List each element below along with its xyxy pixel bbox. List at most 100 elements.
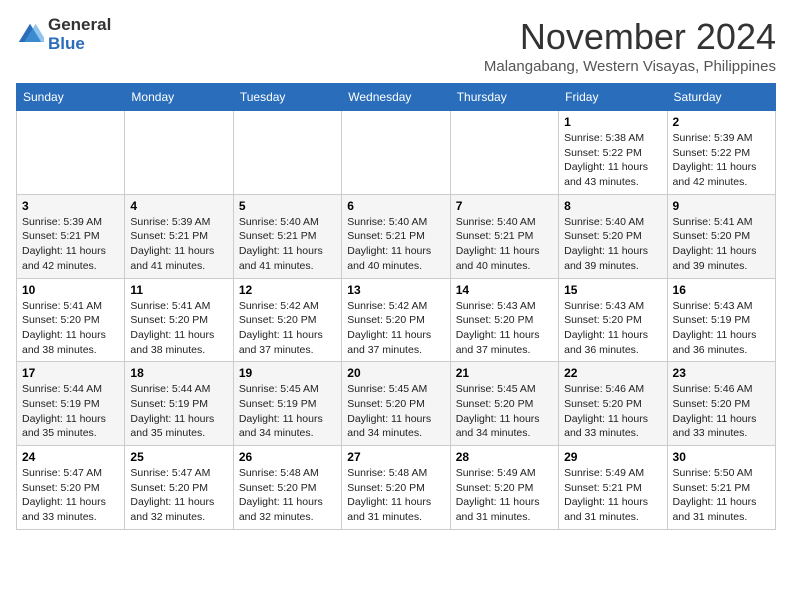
day-of-week-header: Monday xyxy=(125,84,233,111)
calendar-day-cell: 6Sunrise: 5:40 AM Sunset: 5:21 PM Daylig… xyxy=(342,194,450,278)
calendar-week-row: 1 Sunrise: 5:38 AM Sunset: 5:22 PM Daylig… xyxy=(17,111,776,195)
calendar-day-cell: 9 Sunrise: 5:41 AM Sunset: 5:20 PM Daylig… xyxy=(667,194,775,278)
day-info: Sunrise: 5:40 AM Sunset: 5:21 PM Dayligh… xyxy=(239,215,336,274)
calendar-day-cell: 12 Sunrise: 5:42 AM Sunset: 5:20 PM Dayli… xyxy=(233,278,341,362)
calendar-day-cell: 8 Sunrise: 5:40 AM Sunset: 5:20 PM Daylig… xyxy=(559,194,667,278)
day-info: Sunrise: 5:45 AM Sunset: 5:20 PM Dayligh… xyxy=(456,382,553,441)
calendar-day-cell xyxy=(233,111,341,195)
day-number: 19 xyxy=(239,366,336,380)
calendar-day-cell xyxy=(125,111,233,195)
day-info: Sunrise: 5:42 AM Sunset: 5:20 PM Dayligh… xyxy=(239,299,336,358)
calendar-day-cell: 28 Sunrise: 5:49 AM Sunset: 5:20 PM Dayli… xyxy=(450,446,558,530)
logo-general: General xyxy=(48,16,111,35)
calendar-day-cell: 20 Sunrise: 5:45 AM Sunset: 5:20 PM Dayli… xyxy=(342,362,450,446)
logo-icon xyxy=(16,21,44,49)
day-info: Sunrise: 5:49 AM Sunset: 5:20 PM Dayligh… xyxy=(456,466,553,525)
calendar-week-row: 3 Sunrise: 5:39 AM Sunset: 5:21 PM Daylig… xyxy=(17,194,776,278)
day-number: 26 xyxy=(239,450,336,464)
day-of-week-header: Sunday xyxy=(17,84,125,111)
day-number: 9 xyxy=(673,199,770,213)
day-info: Sunrise: 5:47 AM Sunset: 5:20 PM Dayligh… xyxy=(22,466,119,525)
calendar-day-cell: 5 Sunrise: 5:40 AM Sunset: 5:21 PM Daylig… xyxy=(233,194,341,278)
day-info: Sunrise: 5:50 AM Sunset: 5:21 PM Dayligh… xyxy=(673,466,770,525)
calendar-day-cell: 18 Sunrise: 5:44 AM Sunset: 5:19 PM Dayli… xyxy=(125,362,233,446)
calendar-day-cell: 22Sunrise: 5:46 AM Sunset: 5:20 PM Dayli… xyxy=(559,362,667,446)
calendar-day-cell: 11 Sunrise: 5:41 AM Sunset: 5:20 PM Dayli… xyxy=(125,278,233,362)
day-number: 16 xyxy=(673,283,770,297)
calendar-day-cell: 19Sunrise: 5:45 AM Sunset: 5:19 PM Dayli… xyxy=(233,362,341,446)
calendar-day-cell xyxy=(342,111,450,195)
day-number: 3 xyxy=(22,199,119,213)
day-number: 28 xyxy=(456,450,553,464)
calendar-day-cell: 25Sunrise: 5:47 AM Sunset: 5:20 PM Dayli… xyxy=(125,446,233,530)
calendar-week-row: 17 Sunrise: 5:44 AM Sunset: 5:19 PM Dayli… xyxy=(17,362,776,446)
day-of-week-header: Saturday xyxy=(667,84,775,111)
day-number: 7 xyxy=(456,199,553,213)
day-number: 21 xyxy=(456,366,553,380)
day-number: 25 xyxy=(130,450,227,464)
day-info: Sunrise: 5:39 AM Sunset: 5:22 PM Dayligh… xyxy=(673,131,770,190)
day-number: 10 xyxy=(22,283,119,297)
day-info: Sunrise: 5:39 AM Sunset: 5:21 PM Dayligh… xyxy=(130,215,227,274)
day-of-week-header: Tuesday xyxy=(233,84,341,111)
day-info: Sunrise: 5:48 AM Sunset: 5:20 PM Dayligh… xyxy=(239,466,336,525)
calendar-day-cell: 1 Sunrise: 5:38 AM Sunset: 5:22 PM Daylig… xyxy=(559,111,667,195)
day-info: Sunrise: 5:38 AM Sunset: 5:22 PM Dayligh… xyxy=(564,131,661,190)
day-of-week-header: Thursday xyxy=(450,84,558,111)
day-number: 23 xyxy=(673,366,770,380)
day-info: Sunrise: 5:41 AM Sunset: 5:20 PM Dayligh… xyxy=(673,215,770,274)
day-info: Sunrise: 5:45 AM Sunset: 5:20 PM Dayligh… xyxy=(347,382,444,441)
calendar-day-cell: 13 Sunrise: 5:42 AM Sunset: 5:20 PM Dayli… xyxy=(342,278,450,362)
calendar-day-cell: 7 Sunrise: 5:40 AM Sunset: 5:21 PM Daylig… xyxy=(450,194,558,278)
day-info: Sunrise: 5:41 AM Sunset: 5:20 PM Dayligh… xyxy=(130,299,227,358)
title-area: November 2024 Malangabang, Western Visay… xyxy=(484,16,776,75)
calendar-day-cell xyxy=(450,111,558,195)
calendar-day-cell: 14 Sunrise: 5:43 AM Sunset: 5:20 PM Dayli… xyxy=(450,278,558,362)
calendar-week-row: 24 Sunrise: 5:47 AM Sunset: 5:20 PM Dayli… xyxy=(17,446,776,530)
day-number: 27 xyxy=(347,450,444,464)
calendar-day-cell: 21 Sunrise: 5:45 AM Sunset: 5:20 PM Dayli… xyxy=(450,362,558,446)
day-info: Sunrise: 5:43 AM Sunset: 5:19 PM Dayligh… xyxy=(673,299,770,358)
day-number: 8 xyxy=(564,199,661,213)
calendar-day-cell: 26 Sunrise: 5:48 AM Sunset: 5:20 PM Dayli… xyxy=(233,446,341,530)
day-number: 20 xyxy=(347,366,444,380)
calendar-week-row: 10 Sunrise: 5:41 AM Sunset: 5:20 PM Dayli… xyxy=(17,278,776,362)
day-number: 18 xyxy=(130,366,227,380)
day-number: 17 xyxy=(22,366,119,380)
calendar-day-cell: 27Sunrise: 5:48 AM Sunset: 5:20 PM Dayli… xyxy=(342,446,450,530)
day-number: 5 xyxy=(239,199,336,213)
day-number: 24 xyxy=(22,450,119,464)
calendar-table: SundayMondayTuesdayWednesdayThursdayFrid… xyxy=(16,83,776,530)
day-number: 11 xyxy=(130,283,227,297)
day-info: Sunrise: 5:39 AM Sunset: 5:21 PM Dayligh… xyxy=(22,215,119,274)
logo: General Blue xyxy=(16,16,111,53)
day-number: 29 xyxy=(564,450,661,464)
day-of-week-header: Friday xyxy=(559,84,667,111)
day-number: 1 xyxy=(564,115,661,129)
day-info: Sunrise: 5:49 AM Sunset: 5:21 PM Dayligh… xyxy=(564,466,661,525)
calendar-day-cell: 2 Sunrise: 5:39 AM Sunset: 5:22 PM Daylig… xyxy=(667,111,775,195)
day-number: 12 xyxy=(239,283,336,297)
day-info: Sunrise: 5:41 AM Sunset: 5:20 PM Dayligh… xyxy=(22,299,119,358)
day-info: Sunrise: 5:46 AM Sunset: 5:20 PM Dayligh… xyxy=(564,382,661,441)
calendar-day-cell: 15Sunrise: 5:43 AM Sunset: 5:20 PM Dayli… xyxy=(559,278,667,362)
calendar-day-cell: 16 Sunrise: 5:43 AM Sunset: 5:19 PM Dayli… xyxy=(667,278,775,362)
logo-text: General Blue xyxy=(48,16,111,53)
day-info: Sunrise: 5:40 AM Sunset: 5:21 PM Dayligh… xyxy=(456,215,553,274)
calendar-day-cell: 29 Sunrise: 5:49 AM Sunset: 5:21 PM Dayli… xyxy=(559,446,667,530)
calendar-day-cell: 23Sunrise: 5:46 AM Sunset: 5:20 PM Dayli… xyxy=(667,362,775,446)
calendar-day-cell: 24 Sunrise: 5:47 AM Sunset: 5:20 PM Dayli… xyxy=(17,446,125,530)
logo-blue: Blue xyxy=(48,35,111,54)
day-number: 13 xyxy=(347,283,444,297)
day-info: Sunrise: 5:44 AM Sunset: 5:19 PM Dayligh… xyxy=(130,382,227,441)
day-info: Sunrise: 5:42 AM Sunset: 5:20 PM Dayligh… xyxy=(347,299,444,358)
day-info: Sunrise: 5:43 AM Sunset: 5:20 PM Dayligh… xyxy=(456,299,553,358)
calendar-header-row: SundayMondayTuesdayWednesdayThursdayFrid… xyxy=(17,84,776,111)
day-info: Sunrise: 5:40 AM Sunset: 5:20 PM Dayligh… xyxy=(564,215,661,274)
day-number: 2 xyxy=(673,115,770,129)
day-number: 4 xyxy=(130,199,227,213)
month-title: November 2024 xyxy=(484,16,776,58)
day-number: 30 xyxy=(673,450,770,464)
day-number: 14 xyxy=(456,283,553,297)
day-info: Sunrise: 5:44 AM Sunset: 5:19 PM Dayligh… xyxy=(22,382,119,441)
